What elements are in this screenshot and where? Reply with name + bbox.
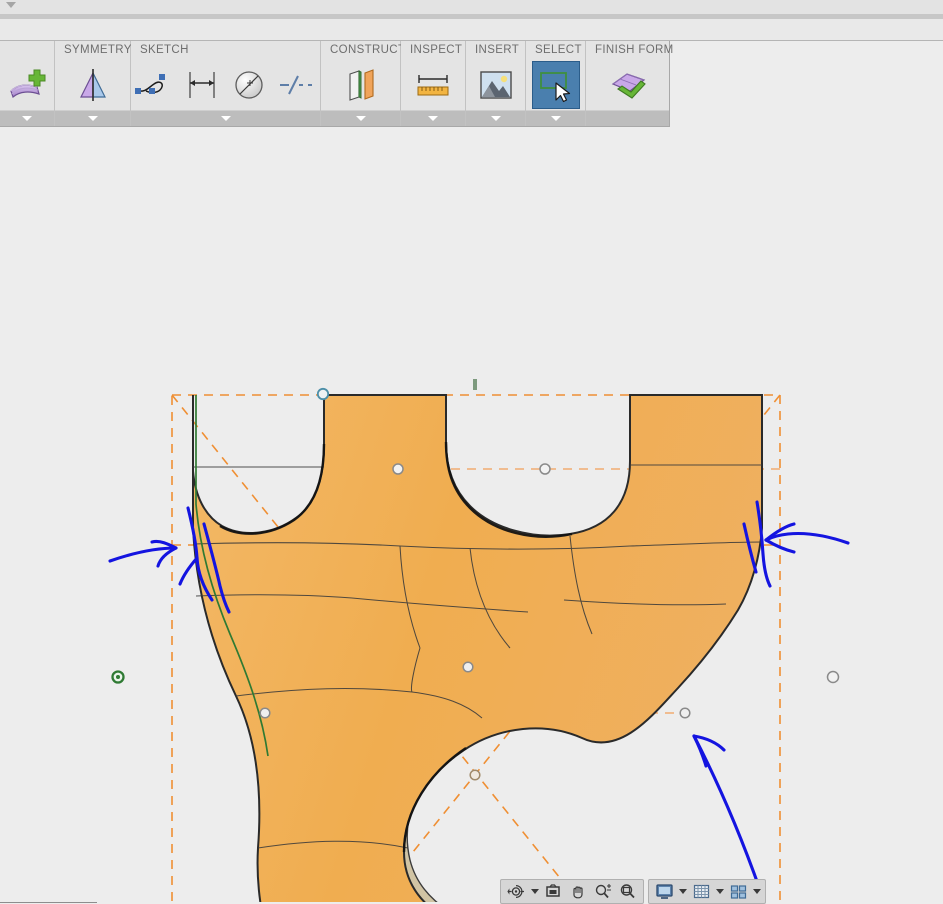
look-at-button[interactable] bbox=[541, 882, 565, 902]
chevron-down-icon[interactable] bbox=[6, 2, 16, 8]
qat-strip bbox=[0, 19, 943, 41]
form-point-left-edge bbox=[259, 707, 271, 719]
tool-edit-form[interactable] bbox=[3, 61, 51, 109]
edit-form-icon bbox=[10, 69, 46, 98]
ribbon-panel-sketch: SKETCH bbox=[131, 41, 321, 126]
chevron-down-icon bbox=[752, 889, 761, 894]
form-point-inner-right bbox=[679, 707, 691, 719]
panel-title-modify bbox=[0, 41, 54, 59]
3d-viewport[interactable] bbox=[0, 128, 943, 902]
panel-title-symmetry: SYMMETRY bbox=[64, 44, 132, 56]
line-icon bbox=[280, 75, 314, 94]
model-main-surface bbox=[192, 394, 763, 902]
green-tick-marker bbox=[473, 379, 477, 390]
orbit-dropdown-caret[interactable] bbox=[529, 882, 540, 902]
tool-insert-canvas[interactable] bbox=[472, 61, 520, 109]
display-settings-caret[interactable] bbox=[677, 882, 688, 902]
viewports-caret[interactable] bbox=[751, 882, 762, 902]
chevron-down-icon bbox=[530, 889, 539, 894]
panel-title-inspect: INSPECT bbox=[410, 44, 463, 56]
panel-body-select bbox=[526, 59, 585, 110]
panel-foot-insert[interactable] bbox=[466, 110, 525, 126]
panel-body-insert bbox=[466, 59, 525, 110]
viewports-button[interactable] bbox=[726, 882, 750, 902]
ribbon-toolbar: SYMMETRY SKETCH CONSTRUCT INSPECT INSERT… bbox=[0, 41, 674, 127]
zoom-plus-minus-icon bbox=[595, 884, 611, 899]
ribbon-panel-inspect: INSPECT bbox=[401, 41, 466, 126]
measure-ruler-icon bbox=[417, 74, 449, 95]
panel-body-modify bbox=[0, 59, 54, 110]
zoom-fit-icon bbox=[620, 884, 635, 899]
grid-snaps-button[interactable] bbox=[689, 882, 713, 902]
panel-foot-sketch[interactable] bbox=[131, 110, 320, 126]
panel-body-construct bbox=[321, 59, 400, 110]
panel-title-finish-form: FINISH FORM bbox=[595, 44, 674, 56]
circle-icon bbox=[235, 70, 263, 99]
tool-select[interactable] bbox=[531, 60, 580, 109]
ribbon-panel-construct: CONSTRUCT bbox=[321, 41, 406, 126]
chevron-down-icon bbox=[678, 889, 687, 894]
ribbon-panel-modify bbox=[0, 41, 55, 126]
mirror-internal-icon bbox=[79, 68, 106, 101]
dimension-icon bbox=[189, 71, 215, 98]
orbit-icon bbox=[507, 885, 524, 898]
panel-foot-inspect[interactable] bbox=[401, 110, 465, 126]
tool-sketch-dimension[interactable] bbox=[179, 61, 225, 109]
finish-form-icon bbox=[611, 72, 646, 99]
panel-body-inspect bbox=[401, 59, 465, 110]
form-point-center bbox=[469, 769, 481, 781]
viewports-icon bbox=[730, 885, 746, 899]
viewcube-navigation-bar bbox=[500, 879, 644, 904]
panel-title-select: SELECT bbox=[535, 44, 582, 56]
form-point-inner-top bbox=[462, 661, 474, 673]
tool-line[interactable] bbox=[274, 61, 320, 109]
form-point-mid-left bbox=[392, 463, 404, 475]
panel-title-sketch: SKETCH bbox=[140, 44, 189, 56]
pan-button[interactable] bbox=[566, 882, 590, 902]
tool-mirror-internal[interactable] bbox=[69, 61, 117, 109]
panel-body-finish-form bbox=[586, 59, 669, 110]
symmetry-point-right bbox=[826, 670, 840, 684]
orbit-button[interactable] bbox=[504, 882, 528, 902]
tool-spline[interactable] bbox=[131, 61, 177, 109]
display-settings-button[interactable] bbox=[652, 882, 676, 902]
select-cursor-icon bbox=[539, 71, 570, 102]
annotation-arrow-lower-right bbox=[692, 734, 766, 902]
offset-plane-icon bbox=[348, 68, 374, 101]
panel-title-construct: CONSTRUCT bbox=[330, 44, 406, 56]
ribbon-panel-select: SELECT bbox=[526, 41, 586, 126]
window-title-strip bbox=[0, 0, 943, 14]
chevron-down-icon bbox=[715, 889, 724, 894]
fit-button[interactable] bbox=[616, 882, 640, 902]
form-point-top bbox=[316, 387, 330, 401]
spline-icon bbox=[135, 73, 165, 94]
panel-body-sketch bbox=[131, 59, 320, 110]
pan-hand-icon bbox=[573, 886, 583, 899]
ribbon-panel-insert: INSERT bbox=[466, 41, 526, 126]
tool-measure[interactable] bbox=[409, 61, 457, 109]
symmetry-point-left-core bbox=[116, 675, 120, 679]
panel-foot-symmetry[interactable] bbox=[55, 110, 130, 126]
form-point-mid-right bbox=[539, 463, 551, 475]
grid-snaps-caret[interactable] bbox=[714, 882, 725, 902]
panel-foot-finish-form bbox=[586, 110, 669, 126]
grid-icon bbox=[693, 884, 709, 899]
panel-title-insert: INSERT bbox=[475, 44, 520, 56]
tool-finish-form[interactable] bbox=[604, 61, 652, 109]
insert-image-icon bbox=[479, 70, 512, 99]
display-settings-bar bbox=[648, 879, 766, 904]
tool-circle[interactable] bbox=[227, 61, 273, 109]
zoom-button[interactable] bbox=[591, 882, 615, 902]
panel-body-symmetry bbox=[55, 59, 130, 110]
tool-offset-plane[interactable] bbox=[337, 61, 385, 109]
monitor-icon bbox=[655, 884, 673, 899]
panel-foot-modify[interactable] bbox=[0, 110, 54, 126]
ribbon-panel-finish-form: FINISH FORM bbox=[586, 41, 674, 126]
ribbon-panel-symmetry: SYMMETRY bbox=[55, 41, 131, 126]
panel-foot-select[interactable] bbox=[526, 110, 585, 126]
panel-foot-construct[interactable] bbox=[321, 110, 400, 126]
look-at-icon bbox=[546, 884, 560, 897]
